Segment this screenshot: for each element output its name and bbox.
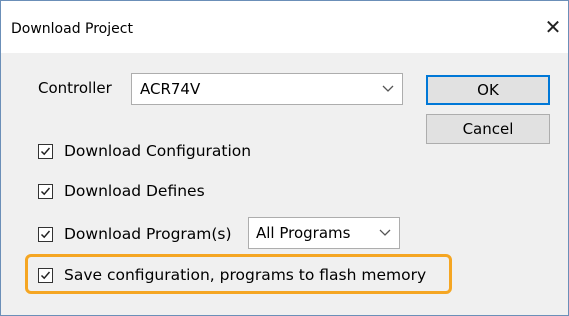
option-label: Download Configuration <box>64 142 252 160</box>
cancel-button[interactable]: Cancel <box>426 114 550 144</box>
ok-button-label: OK <box>477 81 499 99</box>
controller-select-value: ACR74V <box>140 80 201 98</box>
checkmark-icon <box>40 230 51 239</box>
checkbox-download-defines[interactable] <box>38 184 53 199</box>
title-bar: Download Project ✕ <box>1 1 568 53</box>
option-label: Download Program(s) <box>64 225 232 243</box>
chevron-down-icon <box>379 229 391 236</box>
checkmark-icon <box>40 187 51 196</box>
option-download-defines[interactable]: Download Defines <box>38 181 338 203</box>
close-icon[interactable]: ✕ <box>541 15 565 39</box>
option-download-configuration[interactable]: Download Configuration <box>38 141 338 163</box>
cancel-button-label: Cancel <box>462 120 514 138</box>
checkbox-download-configuration[interactable] <box>38 144 53 159</box>
controller-label: Controller <box>38 79 112 97</box>
option-label: Download Defines <box>64 182 205 200</box>
download-project-dialog: Download Project ✕ Controller ACR74V OK … <box>0 0 569 316</box>
programs-select[interactable]: All Programs <box>248 217 400 249</box>
dialog-title: Download Project <box>11 21 133 37</box>
ok-button[interactable]: OK <box>426 75 550 105</box>
option-download-programs[interactable]: Download Program(s) <box>38 224 248 246</box>
highlight-outline <box>25 254 452 294</box>
chevron-down-icon <box>382 85 394 92</box>
programs-select-value: All Programs <box>256 224 351 242</box>
checkmark-icon <box>40 147 51 156</box>
checkbox-download-programs[interactable] <box>38 227 53 242</box>
controller-select[interactable]: ACR74V <box>131 73 403 105</box>
